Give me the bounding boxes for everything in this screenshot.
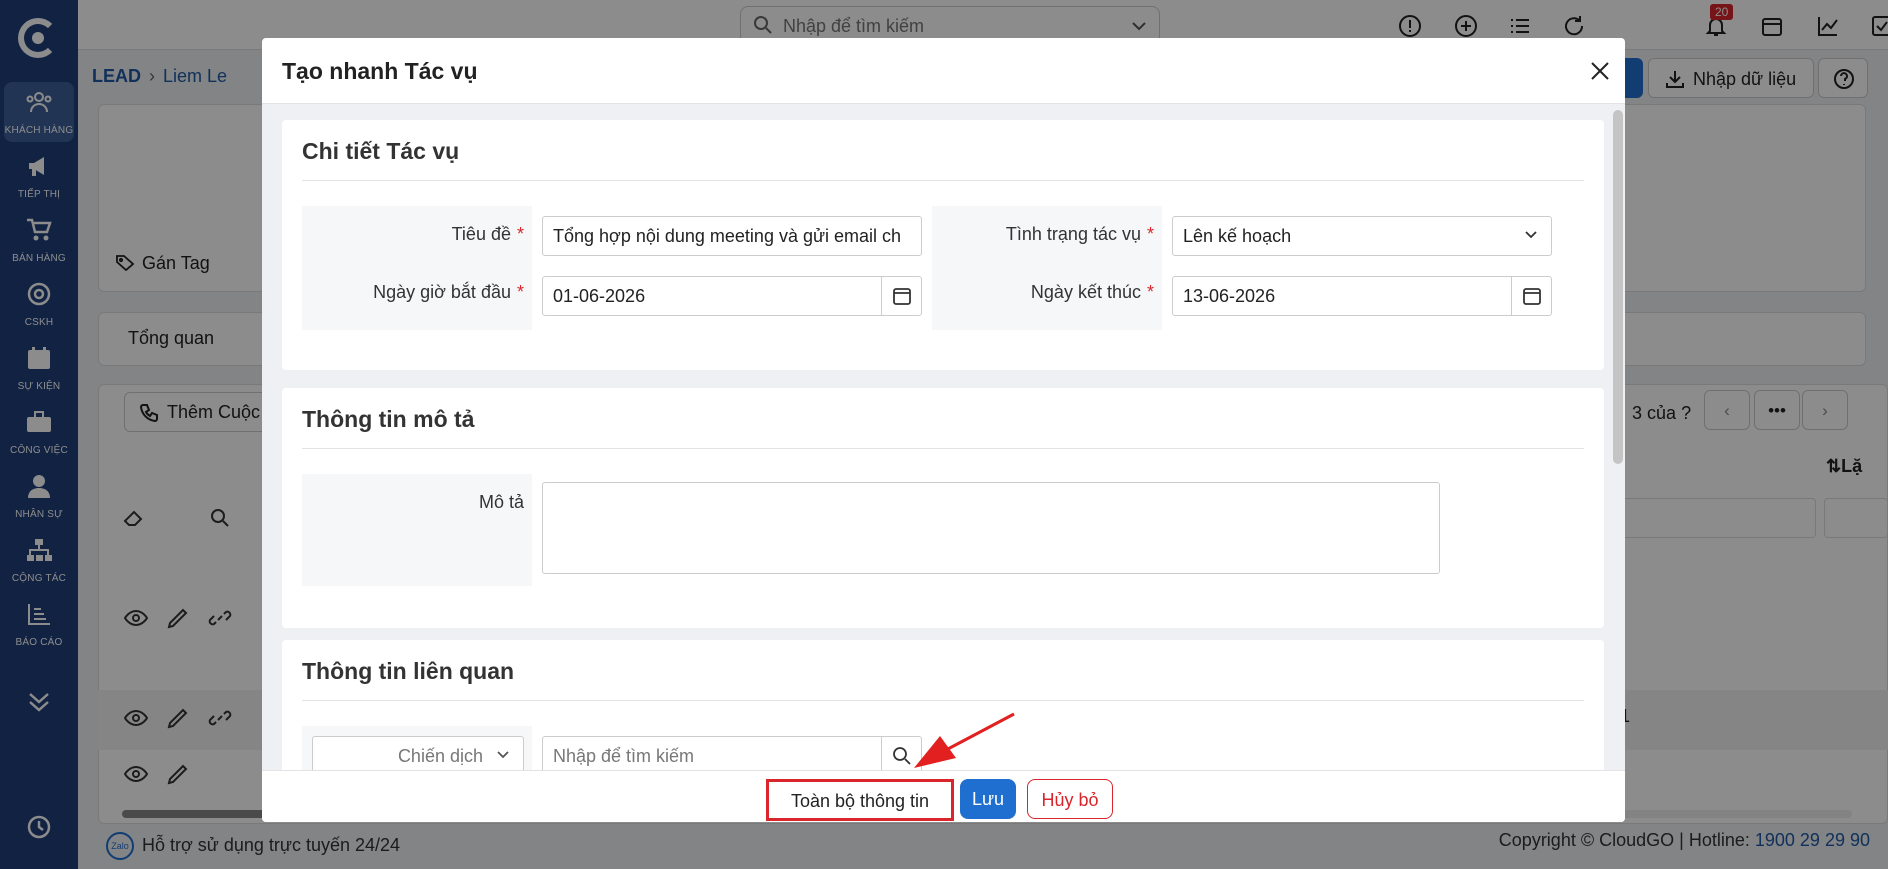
modal-title: Tạo nhanh Tác vụ [282,58,478,84]
full-info-button[interactable]: Toàn bộ thông tin [766,779,954,821]
section-title: Chi tiết Tác vụ [302,138,460,164]
section-title: Thông tin liên quan [302,658,515,684]
vertical-scrollbar[interactable] [1613,110,1623,464]
required-mark: * [516,224,524,244]
start-date-field-label: Ngày giờ bắt đầu * [302,282,524,303]
start-date-value: 01-06-2026 [553,286,646,306]
search-icon [893,747,911,765]
calendar-icon [893,288,911,305]
modal-header: Tạo nhanh Tác vụ [262,38,1625,104]
section-divider [302,448,1584,449]
chevron-down-icon [497,751,509,759]
required-mark: * [1146,224,1154,244]
section-description: Thông tin mô tả Mô tả [282,388,1604,628]
calendar-icon [1523,288,1541,305]
modal-body: Chi tiết Tác vụ Tiêu đề * Tổng hợp nội du… [262,104,1625,770]
section-title: Thông tin mô tả [302,406,475,432]
related-search-input[interactable]: Nhập để tìm kiếm [542,736,922,770]
label-column [302,474,532,586]
chevron-down-icon [1525,231,1537,239]
section-divider [302,700,1584,701]
modal-footer: Toàn bộ thông tin Lưu Hủy bỏ [262,770,1625,822]
start-label-text: Ngày giờ bắt đầu [373,282,511,302]
close-icon[interactable] [1587,58,1613,84]
status-select[interactable]: Lên kế hoạch [1172,216,1552,256]
cancel-button[interactable]: Hủy bỏ [1027,779,1113,819]
section-divider [302,180,1584,181]
description-field-label: Mô tả [478,492,524,512]
description-textarea[interactable] [542,482,1440,574]
required-mark: * [516,282,524,302]
quick-create-task-modal: Tạo nhanh Tác vụ Chi tiết Tác vụ Tiêu đề… [262,38,1625,822]
start-date-input[interactable]: 01-06-2026 [542,276,922,316]
required-mark: * [1146,282,1154,302]
annotation-arrow-icon [914,712,1015,768]
section-task-details: Chi tiết Tác vụ Tiêu đề * Tổng hợp nội du… [282,120,1604,370]
end-label-text: Ngày kết thúc [1030,282,1141,302]
title-field-label: Tiêu đề * [302,224,524,245]
title-input[interactable]: Tổng hợp nội dung meeting và gửi email c… [542,216,922,256]
related-type-value: Chiến dịch [397,746,483,766]
start-date-picker-button[interactable] [881,277,921,315]
save-button[interactable]: Lưu [960,779,1016,819]
status-selected-value: Lên kế hoạch [1183,226,1292,246]
end-date-picker-button[interactable] [1511,277,1551,315]
end-date-field-label: Ngày kết thúc * [932,282,1154,303]
related-type-select[interactable]: Chiến dịch [312,736,524,770]
title-label-text: Tiêu đề [451,224,511,244]
end-date-input[interactable]: 13-06-2026 [1172,276,1552,316]
related-search-placeholder: Nhập để tìm kiếm [553,746,695,766]
status-label-text: Tình trạng tác vụ [1005,224,1141,244]
status-field-label: Tình trạng tác vụ * [932,224,1154,245]
end-date-value: 13-06-2026 [1183,286,1276,306]
